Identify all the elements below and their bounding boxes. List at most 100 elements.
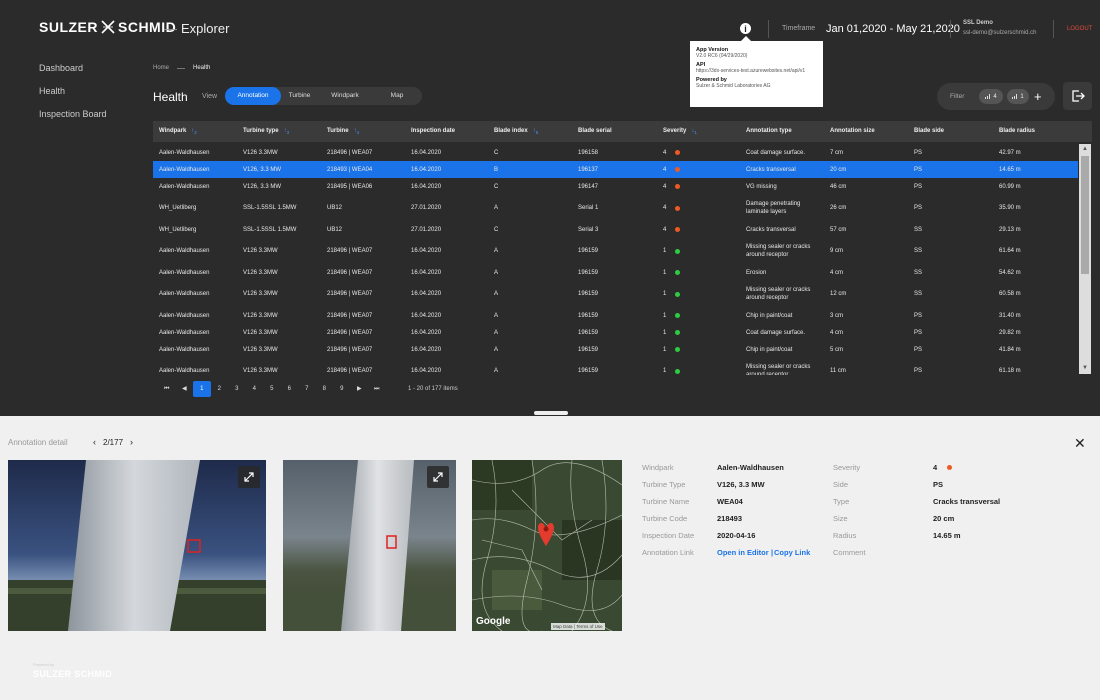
view-tabs: Annotation Turbine Windpark Map	[225, 87, 422, 105]
table-cell: 16.04.2020	[411, 183, 442, 190]
column-header[interactable]: Blade side	[914, 128, 944, 134]
severity-filter-chip[interactable]: 4	[979, 89, 1003, 104]
page-number-button[interactable]: 5	[263, 381, 281, 397]
page-number-button[interactable]: 6	[281, 381, 299, 397]
export-button[interactable]	[1063, 82, 1092, 110]
table-row[interactable]: Aalen-Waldhausen V126 3.3MW 218496 | WEA07…	[153, 281, 1078, 307]
table-cell: 218495 | WEA06	[327, 183, 373, 190]
panel-resize-handle[interactable]	[534, 411, 568, 415]
column-header[interactable]: Annotation size	[830, 128, 875, 134]
sidebar-item-health[interactable]: Health	[39, 86, 107, 109]
table-cell: 16.04.2020	[411, 166, 442, 173]
tab-map[interactable]: Map	[372, 87, 422, 105]
sort-icon[interactable]: ↑3	[284, 128, 290, 135]
column-header[interactable]: Turbine type ↑3	[243, 128, 289, 135]
table-row[interactable]: Aalen-Waldhausen V126 3.3MW 218496 | WEA07…	[153, 324, 1078, 341]
table-cell: 1	[663, 291, 667, 297]
export-icon	[1071, 90, 1085, 102]
open-in-editor-link[interactable]: Open in Editor	[717, 548, 769, 557]
sort-icon[interactable]: ↑5	[533, 128, 539, 135]
app-name: Explorer	[181, 21, 230, 36]
timeframe-value[interactable]: Jan 01,2020 - May 21,2020	[826, 23, 960, 35]
table-cell: Coat damage surface.	[746, 329, 806, 336]
tab-annotation[interactable]: Annotation	[225, 87, 281, 105]
table-scrollbar[interactable]: ▲ ▼	[1079, 144, 1091, 374]
column-header[interactable]: Windpark ↑2	[159, 128, 197, 135]
sort-icon[interactable]: ↑2	[191, 128, 197, 135]
last-page-button[interactable]: ⏭	[368, 381, 386, 397]
column-header[interactable]: Inspection date	[411, 128, 455, 134]
table-cell: 196159	[578, 248, 599, 254]
table-row[interactable]: Aalen-Waldhausen V126 3.3MW 218496 | WEA07…	[153, 238, 1078, 264]
column-header[interactable]: Annotation type	[746, 128, 792, 134]
column-header[interactable]: Blade serial	[578, 128, 612, 134]
annotation-photo-closeup[interactable]	[283, 460, 456, 631]
table-cell: 5 cm	[830, 346, 844, 353]
expand-icon[interactable]	[427, 466, 449, 488]
close-icon[interactable]: ✕	[1074, 435, 1086, 452]
table-cell: A	[494, 248, 499, 254]
page-number-button[interactable]: 9	[333, 381, 351, 397]
sidebar-item-dashboard[interactable]: Dashboard	[39, 63, 107, 86]
table-row[interactable]: Aalen-Waldhausen V126 3.3MW 218496 | WEA07…	[153, 307, 1078, 324]
table-cell: 31.40 m	[999, 312, 1021, 319]
table-row[interactable]: Aalen-Waldhausen V126, 3.3 MW 218493 | WEA…	[153, 161, 1078, 178]
brand-logo[interactable]: SULZER SCHMID	[39, 19, 176, 35]
prev-page-button[interactable]: ◀	[176, 381, 194, 397]
prev-annotation-button[interactable]: ‹	[93, 437, 96, 447]
table-row[interactable]: Aalen-Waldhausen V126 3.3MW 218496 | WEA07…	[153, 264, 1078, 281]
column-header[interactable]: Turbine ↑4	[327, 128, 359, 135]
field-value: 14.65 m	[933, 531, 961, 540]
page-number-button[interactable]: 3	[228, 381, 246, 397]
tab-windpark[interactable]: Windpark	[318, 87, 372, 105]
column-header[interactable]: Blade index ↑5	[494, 128, 538, 135]
filter-chip-value: 1	[1020, 93, 1024, 100]
sort-icon[interactable]: ↓1	[691, 128, 697, 135]
table-row[interactable]: Aalen-Waldhausen V126 3.3MW 218496 | WEA07…	[153, 144, 1078, 161]
copy-link[interactable]: Copy Link	[774, 548, 810, 557]
scroll-thumb[interactable]	[1081, 156, 1089, 274]
scroll-up-icon[interactable]: ▲	[1081, 145, 1089, 153]
annotation-photo-overview[interactable]	[8, 460, 266, 631]
sidebar-item-inspection-board[interactable]: Inspection Board	[39, 109, 107, 132]
field-value: PS	[933, 480, 944, 489]
page-number-button[interactable]: 2	[211, 381, 229, 397]
sort-icon[interactable]: ↑4	[354, 128, 360, 135]
footer-brand: SULZER SCHMID	[33, 669, 113, 679]
severity-filter-chip[interactable]: 1	[1007, 89, 1029, 104]
table-row[interactable]: WH_Uetliberg SSL-1.5SSL 1.5MW UB12 27.01.20…	[153, 195, 1078, 221]
breadcrumb-home[interactable]: Home	[153, 65, 169, 71]
column-header[interactable]: Severity ↓1	[663, 128, 697, 135]
header-divider	[768, 20, 769, 38]
pagination-info: 1 - 20 of 177 items	[408, 386, 458, 392]
column-header[interactable]: Blade radius	[999, 128, 1035, 134]
expand-icon[interactable]	[238, 466, 260, 488]
page-number-button[interactable]: 1	[193, 381, 211, 397]
severity-dot	[675, 227, 680, 232]
next-annotation-button[interactable]: ›	[130, 437, 133, 447]
table-row[interactable]: Aalen-Waldhausen V126, 3.3 MW 218495 | WEA…	[153, 178, 1078, 195]
tab-turbine[interactable]: Turbine	[281, 87, 318, 105]
table-row[interactable]: WH_Uetliberg SSL-1.5SSL 1.5MW UB12 27.01.20…	[153, 221, 1078, 238]
table-row[interactable]: Aalen-Waldhausen V126 3.3MW 218496 | WEA07…	[153, 358, 1078, 375]
field-value: 20 cm	[933, 514, 955, 523]
table-row[interactable]: Aalen-Waldhausen V126 3.3MW 218496 | WEA07…	[153, 341, 1078, 358]
turbine-location-map[interactable]: Google Map Data | Terms of Use	[472, 460, 622, 631]
add-filter-button[interactable]: +	[1034, 89, 1042, 104]
annotation-counter: 2/177	[103, 437, 124, 447]
next-page-button[interactable]: ▶	[351, 381, 369, 397]
first-page-button[interactable]: ⏮	[158, 381, 176, 397]
app-info-popover: App Version V2.0 RC6 (04/29/2020) API ht…	[690, 36, 823, 107]
page-number-button[interactable]: 4	[246, 381, 264, 397]
page-title: Health	[153, 90, 188, 104]
column-header-label: Severity	[663, 128, 687, 134]
page-number-button[interactable]: 7	[298, 381, 316, 397]
info-icon[interactable]: i	[740, 23, 751, 34]
table-cell: V126, 3.3 MW	[243, 183, 282, 190]
map-attribution[interactable]: Map Data | Terms of Use	[551, 623, 605, 630]
signal-bars-icon	[985, 94, 991, 99]
field-value: 218493	[717, 514, 743, 523]
scroll-down-icon[interactable]: ▼	[1081, 364, 1089, 372]
logout-button[interactable]: LOGOUT	[1067, 26, 1092, 32]
page-number-button[interactable]: 8	[316, 381, 334, 397]
